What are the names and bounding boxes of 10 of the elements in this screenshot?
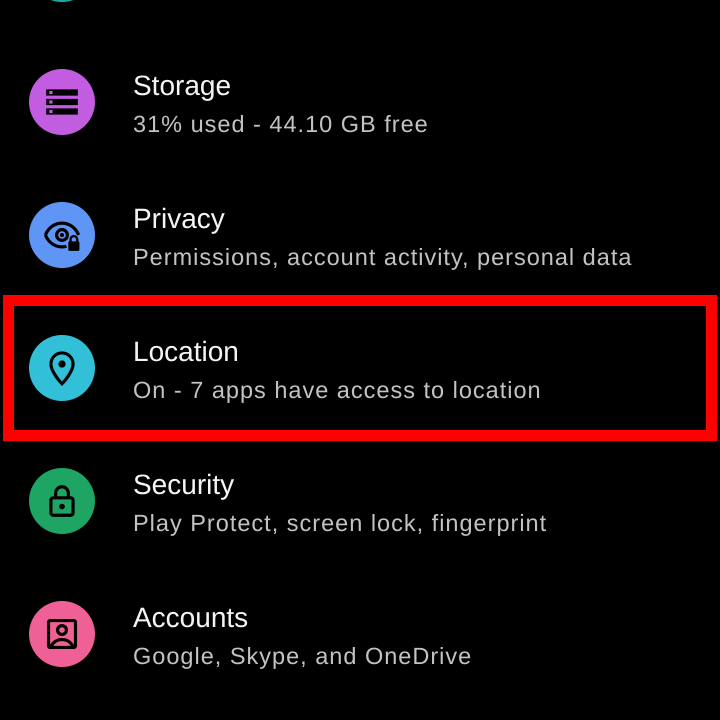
setting-title[interactable]: Location — [133, 334, 542, 370]
setting-summary: Play Protect, screen lock, fingerprint — [133, 508, 548, 538]
setting-summary: Google, Skype, and OneDrive — [133, 642, 472, 671]
setting-summary: Permissions, account activity, personal data — [133, 242, 632, 272]
setting-title[interactable]: Storage — [133, 68, 429, 104]
setting-title[interactable]: Security — [133, 466, 548, 502]
setting-summary: On - 7 apps have access to location — [133, 376, 542, 405]
setting-title[interactable]: Privacy — [133, 200, 632, 236]
setting-title[interactable]: Accounts — [133, 600, 472, 636]
setting-summary: 31% used - 44.10 GB free — [133, 110, 429, 138]
